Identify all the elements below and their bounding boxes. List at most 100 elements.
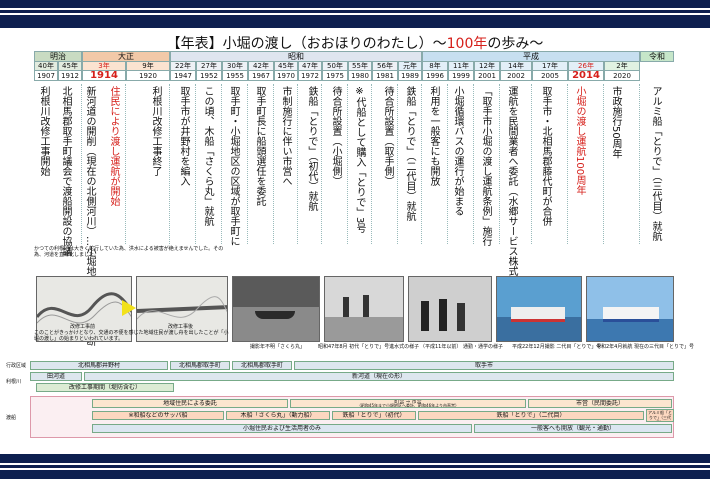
year-14: 1996 [422, 70, 448, 81]
event-18: 運航を民間業者へ委託（水郷サービス株式会社） [506, 86, 517, 306]
column-divider [567, 84, 568, 244]
year-2: 1914 [82, 70, 126, 81]
event-14: 鉄船「とりで」（二代目）就航 [404, 86, 415, 221]
year-18: 2005 [532, 70, 568, 81]
bar-construction: 改修工事期間（堤防含む） [36, 383, 174, 392]
event-13: 待合所設置（取手側） [382, 86, 393, 186]
bar-unko-private: 市営（民間委託） [528, 399, 672, 408]
event-7: 取手町・小堀地区の区域が取手町に [228, 86, 239, 246]
year-8: 1970 [274, 70, 298, 81]
event-10: 鉄船「とりで」（初代）就航 [306, 86, 317, 211]
row-label-gyosei: 行政区域 [6, 363, 27, 369]
map-note-2: このことがきっかけとなり、交通の不便を感じた地域住民が渡し舟を出したことが「小堀… [34, 330, 229, 342]
column-divider [347, 84, 348, 244]
year-13: 1989 [398, 70, 422, 81]
bar-use-public: 一般客へも開放（観光・通勤） [474, 424, 672, 433]
bar-inomura: 北相馬郡井野村 [30, 361, 168, 370]
bar-toride-machi-1: 北相馬郡取手町 [170, 361, 230, 370]
event-8: 取手町長に船頭選任を委託 [254, 86, 265, 206]
bar-boat-sakura: 木船「さくら丸」（動力船） [226, 411, 330, 420]
bar-unko-municipal-note: （昭和45年まで小堀地区へ委託、昭和46年より市直営） [356, 403, 460, 408]
year-12: 1981 [372, 70, 398, 81]
column-divider [447, 84, 448, 244]
bar-old-river: 田河道 [30, 372, 82, 381]
year-17: 2002 [500, 70, 532, 81]
event-4: 利根川改修工事終了 [150, 86, 161, 176]
year-6: 1955 [222, 70, 248, 81]
photo-commuters [408, 276, 492, 342]
event-0: 利根川改修工事開始 [38, 86, 49, 176]
event-20: 小堀の渡し運航100周年 [574, 86, 585, 196]
event-15: 利用を一般客にも開放 [428, 86, 439, 186]
photo-caption-3: 撮影年不明「さくら丸」 [250, 344, 306, 350]
bar-unko-municipal: 町営 ⇒ 市営 （昭和45年まで小堀地区へ委託、昭和46年より市直営） [290, 399, 526, 408]
map-note: かつての利根川は大きく蛇行していた為、洪水による被害が絶えませんでした。その為、… [34, 246, 224, 258]
column-divider [473, 84, 474, 244]
column-divider [639, 84, 640, 244]
event-22: アルミ船「とりで」（三代目）就航 [650, 86, 661, 241]
column-divider [169, 84, 170, 244]
photo-caption-5: （平成11年以前） 通勤・通学の様子 [420, 344, 503, 350]
year-3: 1920 [126, 70, 170, 81]
column-divider [321, 84, 322, 244]
photo-third-toride [586, 276, 674, 342]
top-banner [0, 0, 710, 28]
bar-boat-toride-3: アルミ船「とりで」（三代目） [646, 409, 674, 422]
year-11: 1980 [348, 70, 372, 81]
row-label-group: 渡船 [6, 415, 17, 421]
column-divider [531, 84, 532, 244]
year-5: 1952 [196, 70, 222, 81]
bar-toride-machi-2: 北相馬郡取手町 [232, 361, 292, 370]
column-divider [125, 84, 126, 244]
event-6: この頃、木船「さくら丸」就航 [202, 86, 213, 226]
column-divider [421, 84, 422, 244]
bar-unko-local: 地域住民による委託 [92, 399, 288, 408]
column-divider [297, 84, 298, 244]
bar-use-local: 小堀住民および生活用者のみ [92, 424, 472, 433]
year-1: 1912 [58, 70, 82, 81]
photo-launch-ceremony [324, 276, 404, 342]
column-divider [221, 84, 222, 244]
event-19: 取手市・北相馬郡藤代町が合併 [540, 86, 551, 226]
event-21: 市政施行50周年 [610, 86, 621, 159]
year-0: 1907 [34, 70, 58, 81]
bar-toride-city: 取手市 [294, 361, 674, 370]
arrow-icon [122, 300, 136, 316]
year-20: 2020 [604, 70, 640, 81]
year-10: 1975 [322, 70, 348, 81]
event-5: 取手市が井野村を編入 [178, 86, 189, 186]
bar-boat-toride-1: 鉄船「とりで」（初代） [332, 411, 416, 420]
year-19: 2014 [568, 70, 604, 81]
event-17: 「取手市小堀の渡し運航条例」施行 [480, 86, 491, 246]
era-reiwa: 令和 [640, 51, 674, 62]
photo-caption-4: 昭和47年8月 初代「とりで」号進水式の様子 [318, 344, 420, 350]
bar-new-river: 新河道（現在の形） [84, 372, 674, 381]
year-16: 2001 [474, 70, 500, 81]
column-divider [603, 84, 604, 244]
year-9: 1972 [298, 70, 322, 81]
photo-caption-7: 令和2年4月就航 現在の三代目「とりで」号 [596, 344, 694, 350]
event-11: 待合所設置（小堀側） [330, 86, 341, 186]
year-4: 1947 [170, 70, 196, 81]
column-divider [371, 84, 372, 244]
bottom-banner [0, 454, 710, 479]
year-7: 1967 [248, 70, 274, 81]
photo-caption-6: 平成22年12月撮影 二代目「とりで」号 [512, 344, 602, 350]
year-15: 1999 [448, 70, 474, 81]
event-1: 北相馬郡取手町議会で渡船開設の協議 [60, 86, 71, 256]
row-label-riyou: 利根川 [6, 379, 22, 385]
column-divider [499, 84, 500, 244]
page-title: 【年表】小堀の渡し（おおほりのわたし）～100年の歩み～ [166, 36, 544, 52]
column-divider [195, 84, 196, 244]
bar-boat-sappa: ※和船などのサッパ船 [92, 411, 224, 420]
event-3: 住民により渡し運航が開始 [108, 86, 119, 206]
column-divider [247, 84, 248, 244]
photo-sakura-maru [232, 276, 320, 342]
photo-second-toride [496, 276, 582, 342]
event-16: 小堀循環バスの運行が始まる [452, 86, 463, 216]
column-divider [273, 84, 274, 244]
column-divider [397, 84, 398, 244]
bar-boat-toride-2: 鉄船「とりで」（二代目） [418, 411, 644, 420]
event-9: 市制施行に伴い市営へ [280, 86, 291, 186]
event-12: ※代船として購入「とりで」3号 [354, 86, 365, 234]
